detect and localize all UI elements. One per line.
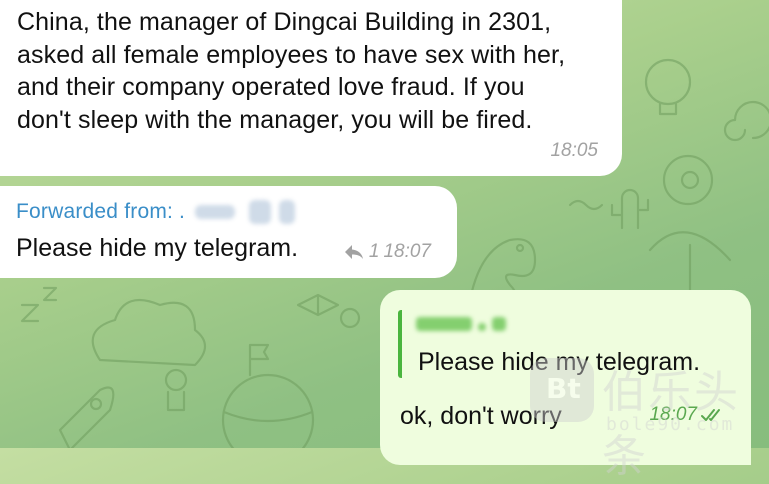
message-text: China, the manager of Dingcai Building i…: [17, 6, 622, 136]
redacted-name-block: [478, 323, 486, 331]
message-line: and their company operated love fraud. I…: [17, 73, 525, 101]
message-line: don't sleep with the manager, you will b…: [17, 105, 533, 134]
redacted-sender-name[interactable]: [195, 205, 236, 219]
message-line: asked all female employees to have sex w…: [17, 40, 566, 69]
redacted-sender-name[interactable]: [249, 200, 272, 224]
redacted-sender-name[interactable]: [279, 200, 296, 224]
share-arrow-icon[interactable]: [343, 243, 365, 261]
site-watermark: Bt 伯乐头条 bole90.com: [528, 352, 758, 482]
share-count: 1: [368, 241, 380, 262]
redacted-name-block: [492, 317, 506, 331]
forwarded-header: Forwarded from: .: [16, 198, 457, 226]
message-time: 18:07: [383, 241, 431, 262]
watermark-url: bole90.com: [606, 414, 735, 435]
watermark-logo-text: Bt: [546, 372, 581, 405]
message-time: 18:05: [550, 140, 598, 161]
incoming-message-bubble[interactable]: China, the manager of Dingcai Building i…: [0, 0, 622, 176]
watermark-logo: Bt: [530, 358, 594, 422]
redacted-reply-name: [416, 317, 506, 337]
redacted-name-block: [416, 317, 472, 331]
forwarded-from-label: Forwarded from:: [16, 200, 174, 223]
forwarded-name-visible-part: .: [179, 200, 186, 223]
message-meta: 1 18:07: [343, 241, 431, 263]
message-line: China, the manager of Dingcai Building i…: [17, 8, 552, 36]
forwarded-message-bubble[interactable]: Forwarded from: . Please hide my telegra…: [0, 186, 457, 278]
